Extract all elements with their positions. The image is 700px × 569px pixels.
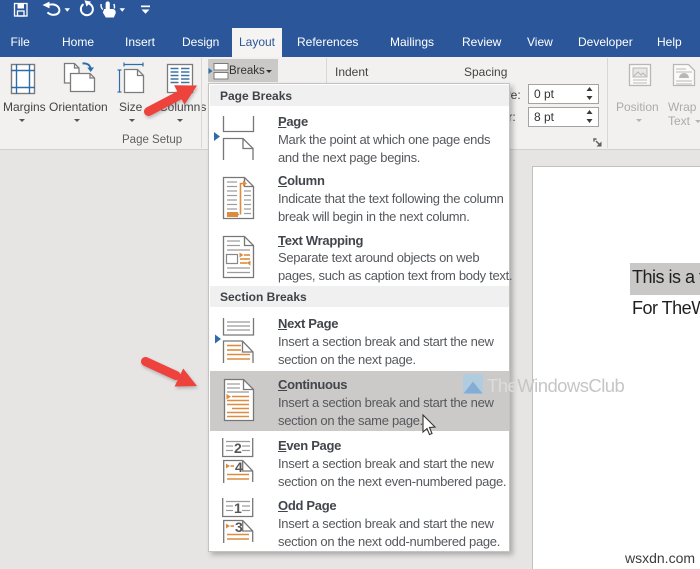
svg-text:4: 4 xyxy=(235,459,243,475)
svg-text:1: 1 xyxy=(234,500,242,516)
svg-text:2: 2 xyxy=(234,440,242,456)
svg-text:3: 3 xyxy=(235,519,243,535)
